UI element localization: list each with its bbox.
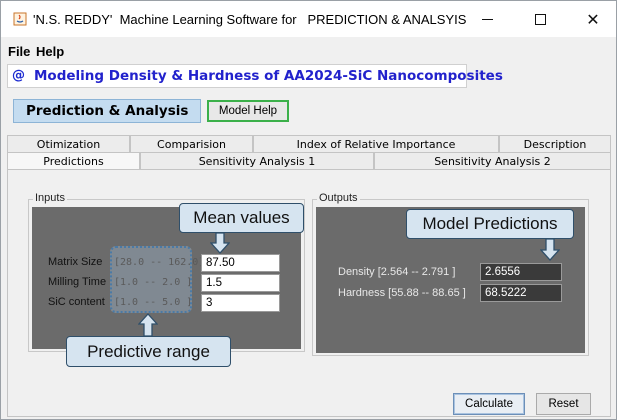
window-title: 'N.S. REDDY' Machine Learning Software f… — [33, 12, 467, 27]
inputs-legend: Inputs — [33, 192, 67, 204]
close-button[interactable]: ✕ — [570, 1, 616, 37]
java-app-icon — [13, 12, 27, 26]
tab-label: Predictions — [43, 154, 104, 168]
predictive-range-callout: Predictive range — [66, 336, 231, 367]
tab-predictions[interactable]: Predictions — [7, 152, 140, 169]
application-window: 'N.S. REDDY' Machine Learning Software f… — [0, 0, 617, 420]
tab-label: Description — [523, 137, 587, 151]
tab-sensitivity-analysis-1[interactable]: Sensitivity Analysis 1 — [140, 152, 374, 169]
tab-optimization[interactable]: Otimization — [7, 135, 130, 152]
hardness-label: Hardness [55.88 -- 88.65 ] — [338, 287, 466, 299]
section-label: Prediction & Analysis — [13, 99, 201, 123]
section-label-text: Prediction & Analysis — [26, 103, 189, 119]
tab-label: Otimization — [36, 137, 101, 151]
tab-description[interactable]: Description — [499, 135, 611, 152]
matrix-size-label: Matrix Size — [48, 256, 103, 268]
model-help-label: Model Help — [218, 105, 278, 117]
close-icon: ✕ — [586, 9, 600, 29]
menu-file[interactable]: File — [8, 44, 30, 59]
density-output: 2.6556 — [480, 263, 562, 281]
tab-sensitivity-analysis-2[interactable]: Sensitivity Analysis 2 — [374, 152, 611, 169]
calculate-label: Calculate — [465, 398, 513, 410]
menu-help[interactable]: Help — [36, 44, 64, 59]
matrix-size-field[interactable]: 87.50 — [201, 254, 280, 272]
reset-label: Reset — [548, 398, 579, 410]
hardness-output: 68.5222 — [480, 284, 562, 302]
model-predictions-callout: Model Predictions — [406, 209, 574, 239]
app-header: @ Modeling Density & Hardness of AA2024-… — [7, 64, 503, 88]
predictive-range-text: Predictive range — [87, 341, 210, 361]
tab-comparison[interactable]: Comparision — [130, 135, 253, 152]
tab-relative-importance[interactable]: Index of Relative Importance — [253, 135, 499, 152]
density-label: Density [2.564 -- 2.791 ] — [338, 266, 456, 278]
sic-content-range: [1.0 -- 5.0 ] — [114, 297, 193, 308]
at-icon: @ — [12, 68, 25, 83]
matrix-size-range: [28.0 -- 162.0] — [114, 257, 205, 268]
maximize-button[interactable] — [517, 1, 563, 37]
minimize-button[interactable] — [464, 1, 510, 37]
menu-bar: File Help — [1, 41, 616, 61]
predictive-range-arrow-icon — [138, 313, 158, 337]
mean-values-text: Mean values — [193, 208, 290, 227]
model-predictions-arrow-icon — [540, 238, 560, 261]
reset-button[interactable]: Reset — [536, 393, 591, 415]
calculate-button[interactable]: Calculate — [453, 393, 525, 415]
milling-time-field[interactable]: 1.5 — [201, 274, 280, 292]
tab-label: Index of Relative Importance — [296, 137, 456, 151]
sic-content-label: SiC content — [48, 296, 105, 308]
milling-time-range: [1.0 -- 2.0 ] — [114, 277, 193, 288]
mean-values-callout: Mean values — [179, 203, 304, 233]
title-bar: 'N.S. REDDY' Machine Learning Software f… — [1, 1, 616, 37]
model-help-button[interactable]: Model Help — [207, 100, 289, 122]
sic-content-field[interactable]: 3 — [201, 294, 280, 312]
milling-time-label: Milling Time — [48, 276, 107, 288]
outputs-legend: Outputs — [317, 192, 360, 204]
app-title: Modeling Density & Hardness of AA2024-Si… — [34, 68, 503, 84]
maximize-icon — [534, 13, 546, 25]
mean-values-arrow-icon — [210, 232, 230, 254]
tab-label: Sensitivity Analysis 1 — [198, 154, 316, 168]
model-predictions-text: Model Predictions — [422, 214, 558, 233]
tab-label: Comparision — [157, 137, 226, 151]
tab-label: Sensitivity Analysis 2 — [434, 154, 551, 168]
minimize-icon — [481, 18, 493, 20]
predictions-panel: Inputs Outputs Matrix Size [28.0 -- 162.… — [7, 169, 611, 417]
